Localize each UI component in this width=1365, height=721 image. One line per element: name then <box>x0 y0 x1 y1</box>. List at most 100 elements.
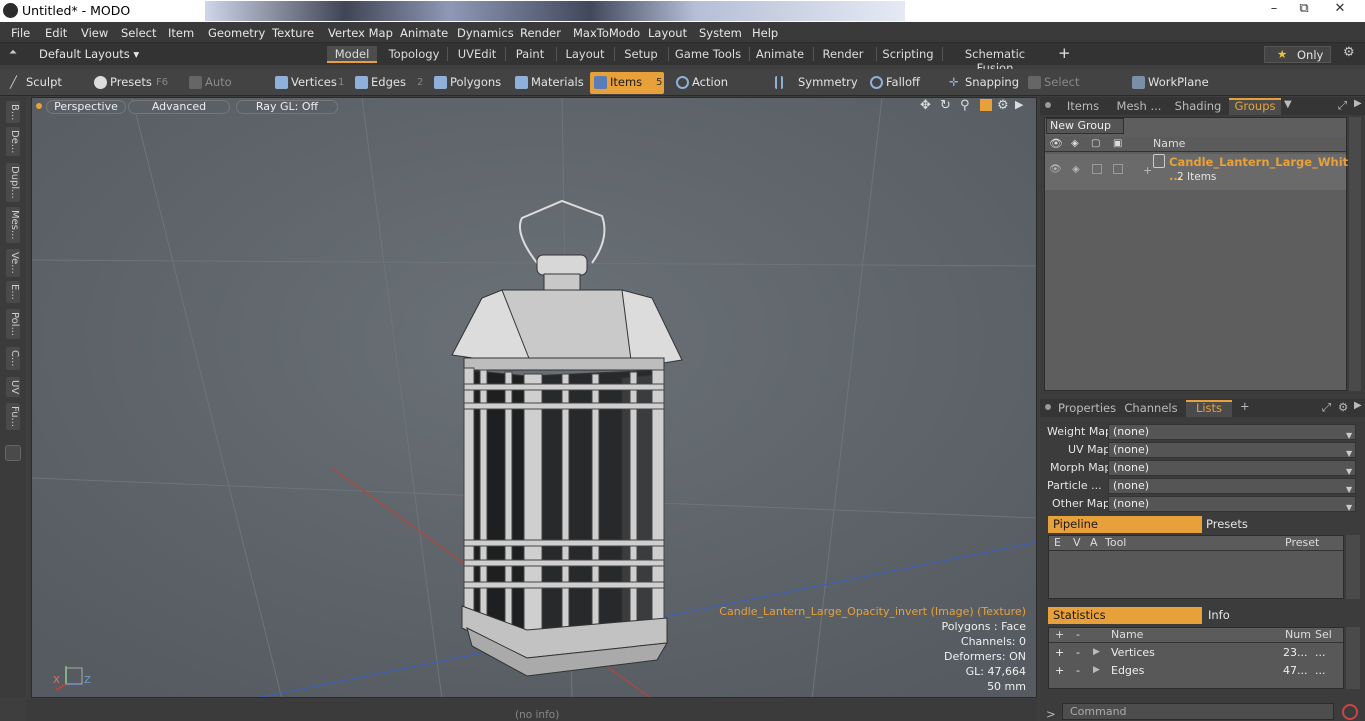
menu-help[interactable]: Help <box>752 26 778 40</box>
menu-render[interactable]: Render <box>520 26 561 40</box>
tab-paint[interactable]: Paint <box>508 46 552 63</box>
raygl-toggle[interactable]: Ray GL: Off <box>236 100 338 114</box>
tab-mesh[interactable]: Mesh ... <box>1116 98 1162 115</box>
collapse-arrow-icon[interactable]: ⏶ <box>9 47 17 58</box>
tab-lists[interactable]: Lists <box>1186 400 1232 417</box>
left-tab-edge[interactable]: E... <box>6 281 20 303</box>
left-tab-uv[interactable]: UV <box>6 377 20 398</box>
groups-scrollbar[interactable] <box>1349 117 1361 391</box>
rotate-view-icon[interactable]: ↻ <box>940 98 951 113</box>
pipeline-tab[interactable]: Pipeline <box>1048 516 1202 533</box>
add-tab-button[interactable]: + <box>1058 44 1071 62</box>
tab-animate[interactable]: Animate <box>752 46 808 63</box>
render-icon[interactable]: ◈ <box>1071 137 1079 151</box>
panel2-maximize-icon[interactable]: ⤢ <box>1322 400 1331 415</box>
menu-animate[interactable]: Animate <box>400 26 448 40</box>
close-button[interactable]: ✕ <box>1325 0 1355 20</box>
menu-dynamics[interactable]: Dynamics <box>457 26 514 40</box>
snapping-button[interactable]: ✛ Snapping <box>945 72 1019 94</box>
viewport-settings-icon[interactable]: ⚙ <box>997 98 1009 113</box>
info-tab[interactable]: Info <box>1208 608 1230 622</box>
stats-row-vertices[interactable]: + - ▶ Vertices 23... ... <box>1049 645 1343 663</box>
default-layouts-dropdown[interactable]: Default Layouts ▾ <box>39 47 139 61</box>
tab-scripting[interactable]: Scripting <box>879 46 937 63</box>
tab-setup[interactable]: Setup <box>618 46 664 63</box>
action-center-button[interactable]: Action Center <box>672 72 764 110</box>
tab-game-tools[interactable]: Game Tools <box>672 46 744 63</box>
auto-select-button[interactable]: Auto Select <box>185 72 265 110</box>
menu-view[interactable]: View <box>81 26 108 40</box>
group-row[interactable]: 👁 ◈ + Candle_Lantern_Large_Whit ... 2 It… <box>1045 154 1348 190</box>
pipeline-scrollbar[interactable] <box>1346 535 1360 599</box>
left-tab-polygon[interactable]: Pol... <box>6 309 20 340</box>
workplane-button[interactable]: WorkPlane <box>1128 72 1210 94</box>
only-toggle[interactable]: ★ Only <box>1264 46 1331 63</box>
tab-render[interactable]: Render <box>816 46 870 63</box>
left-tab-basic[interactable]: B... <box>6 101 20 124</box>
menu-file[interactable]: File <box>11 26 30 40</box>
polygons-button[interactable]: Polygons <box>430 72 504 94</box>
presets-button[interactable]: Presets F6 <box>90 72 172 94</box>
menu-geometry[interactable]: Geometry <box>208 26 265 40</box>
maximize-button[interactable]: ⧉ <box>1289 0 1319 20</box>
other-map-select[interactable]: (none) <box>1108 496 1356 512</box>
panel2-expand-icon[interactable]: ▶ <box>1354 400 1362 411</box>
new-group-button[interactable]: New Group <box>1046 118 1124 134</box>
gear-icon[interactable]: ⚙ <box>1343 45 1355 60</box>
presets-tab[interactable]: Presets <box>1206 517 1248 531</box>
fit-view-icon[interactable] <box>980 99 992 111</box>
tab-groups[interactable]: Groups <box>1229 98 1281 115</box>
weight-map-select[interactable]: (none) <box>1108 424 1356 440</box>
3d-viewport[interactable]: X Z Perspective Advanced Ray GL: Off ✥ ↻… <box>31 97 1037 698</box>
statistics-tab[interactable]: Statistics <box>1048 607 1202 624</box>
tab-shading[interactable]: Shading <box>1172 98 1224 115</box>
zoom-view-icon[interactable]: ⚲ <box>960 98 970 113</box>
expand-arrow-icon[interactable]: ▶ <box>1093 665 1100 675</box>
menu-system[interactable]: System <box>699 26 742 40</box>
menu-layout[interactable]: Layout <box>648 26 687 40</box>
move-view-icon[interactable]: ✥ <box>920 98 931 113</box>
eye-icon[interactable]: 👁 <box>1049 137 1063 151</box>
tab-layout[interactable]: Layout <box>560 46 610 63</box>
panel2-settings-icon[interactable]: ⚙ <box>1338 400 1348 414</box>
expand-arrow-icon[interactable]: ▶ <box>1093 647 1100 657</box>
group-lock-box[interactable] <box>1092 164 1102 174</box>
group-select-box[interactable] <box>1113 164 1123 174</box>
left-tab-curve[interactable]: C... <box>6 347 20 370</box>
panel-maximize-icon[interactable]: ⤢ <box>1338 98 1347 113</box>
left-tab-mesh[interactable]: Mes... <box>6 207 20 243</box>
sculpt-button[interactable]: ╱ Sculpt <box>6 72 84 94</box>
menu-texture[interactable]: Texture <box>272 26 314 40</box>
lock-icon[interactable]: ▢ <box>1091 137 1100 151</box>
record-macro-icon[interactable] <box>1342 704 1358 720</box>
materials-button[interactable]: Materials <box>511 72 586 94</box>
tab-channels[interactable]: Channels <box>1124 400 1178 417</box>
tab-model[interactable]: Model <box>327 46 377 63</box>
symmetry-button[interactable]: Symmetry <box>775 72 858 94</box>
viewport-expand-icon[interactable]: ▶ <box>1015 98 1023 111</box>
name-column-header[interactable]: Name <box>1153 137 1185 151</box>
left-tab-duplicate[interactable]: Dupl... <box>6 163 20 202</box>
command-input[interactable]: Command <box>1062 703 1334 720</box>
tab-properties[interactable]: Properties <box>1058 400 1116 417</box>
group-render-icon[interactable]: ◈ <box>1072 164 1080 175</box>
select-icon[interactable]: ▣ <box>1113 137 1122 151</box>
menu-select[interactable]: Select <box>121 26 156 40</box>
perspective-dropdown[interactable]: Perspective <box>46 100 126 114</box>
group-visibility-icon[interactable]: 👁 <box>1049 164 1062 175</box>
falloff-button[interactable]: Falloff <box>866 72 938 94</box>
edges-button[interactable]: Edges 2 <box>351 72 427 94</box>
minimize-button[interactable]: – <box>1259 0 1289 20</box>
left-tab-deform[interactable]: De... <box>6 127 20 157</box>
tabs-dropdown-icon[interactable]: ▼ <box>1284 99 1292 110</box>
tab-schematic-fusion[interactable]: Schematic Fusion <box>946 46 1044 75</box>
menu-item[interactable]: Item <box>168 26 194 40</box>
particle-select[interactable]: (none) <box>1108 478 1356 494</box>
select-through-button[interactable]: Select Through <box>1024 72 1122 110</box>
menu-maxtomodo[interactable]: MaxToModo <box>573 26 640 40</box>
tab-uvedit[interactable]: UVEdit <box>452 46 502 63</box>
items-button[interactable]: Items 5 <box>590 72 664 94</box>
menu-vertex-map[interactable]: Vertex Map <box>328 26 393 40</box>
advanced-dropdown[interactable]: Advanced <box>128 100 230 114</box>
statistics-scrollbar[interactable] <box>1346 627 1360 689</box>
